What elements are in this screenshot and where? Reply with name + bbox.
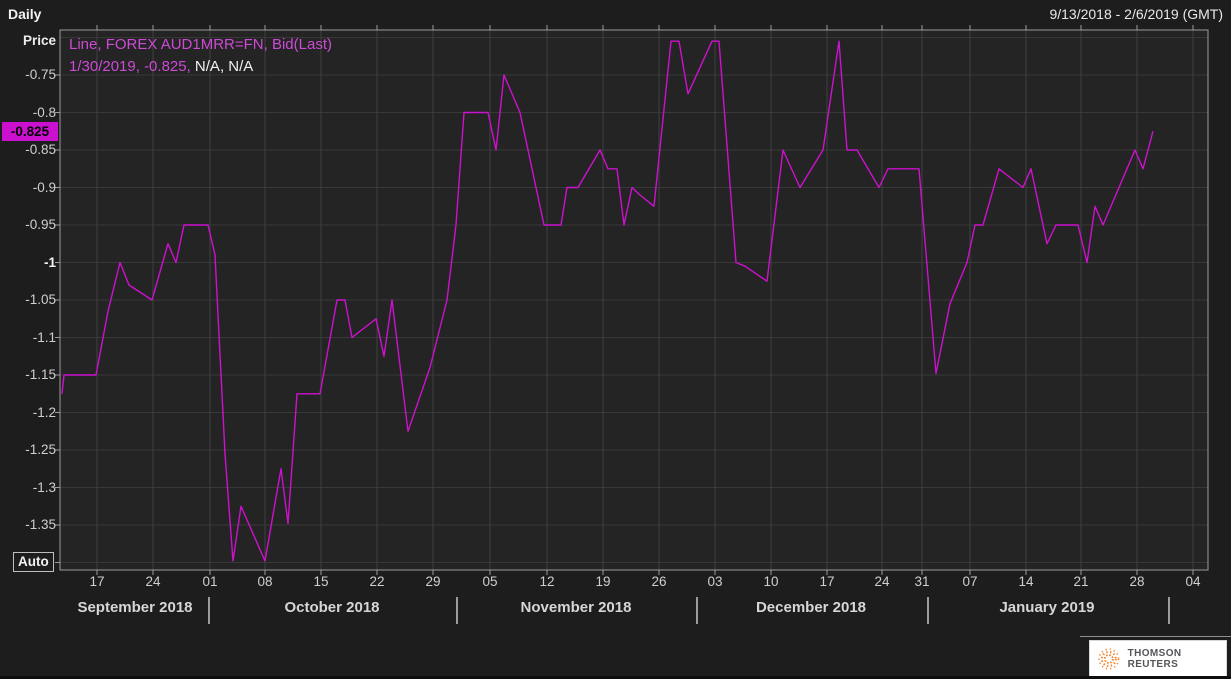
month-separator	[208, 597, 210, 624]
x-tick-label: 07	[962, 574, 978, 589]
auto-scale-button[interactable]: Auto	[13, 552, 54, 572]
legend-series-label[interactable]: Line, FOREX AUD1MRR=FN, Bid(Last)	[69, 36, 332, 53]
x-tick-label: 24	[145, 574, 161, 589]
month-label: November 2018	[520, 599, 632, 616]
legend-na-values: N/A, N/A	[190, 58, 254, 75]
x-tick-label: 15	[313, 574, 329, 589]
month-separator	[927, 597, 929, 624]
x-tick-label: 19	[595, 574, 611, 589]
x-tick-label: 31	[914, 574, 930, 589]
x-tick-label: 10	[763, 574, 779, 589]
x-tick-label: 08	[257, 574, 273, 589]
last-value-badge: -0.825	[2, 121, 58, 141]
month-separator	[696, 597, 698, 624]
y-tick-label: -0.95	[25, 217, 56, 232]
month-label: December 2018	[755, 599, 867, 616]
x-tick-label: 01	[202, 574, 218, 589]
month-label: October 2018	[284, 599, 380, 616]
y-tick-label: -0.8	[32, 104, 56, 120]
y-tick-label: -1	[43, 254, 56, 270]
y-tick-label: -0.85	[25, 142, 56, 157]
month-separator	[456, 597, 458, 624]
x-tick-label: 29	[425, 574, 441, 589]
month-label: January 2019	[999, 599, 1095, 616]
x-tick-label: 24	[874, 574, 890, 589]
thomson-reuters-logo: THOMSON REUTERS	[1089, 640, 1227, 678]
month-label: September 2018	[77, 599, 193, 616]
y-tick-label: -1.05	[25, 292, 56, 307]
x-tick-label: 17	[819, 574, 835, 589]
x-tick-label: 12	[539, 574, 555, 589]
x-tick-label: 05	[482, 574, 498, 589]
y-tick-label: -1.2	[32, 404, 56, 420]
y-tick-label: -0.9	[32, 179, 56, 195]
y-tick-label: -1.1	[32, 329, 56, 345]
y-tick-label: -1.25	[25, 442, 56, 457]
x-tick-label: 03	[707, 574, 723, 589]
eikon-chart-window: Daily 9/13/2018 - 2/6/2019 (GMT) Price -…	[0, 0, 1231, 679]
x-tick-label: 04	[1185, 574, 1201, 589]
x-tick-label: 22	[369, 574, 385, 589]
legend-last-values: 1/30/2019, -0.825, N/A, N/A	[69, 58, 253, 75]
logo-panel-divider	[1080, 636, 1231, 637]
x-tick-label: 14	[1018, 574, 1034, 589]
x-tick-label: 26	[651, 574, 667, 589]
thomson-reuters-wordmark: THOMSON REUTERS	[1127, 648, 1182, 670]
thomson-reuters-kinetic-icon	[1098, 648, 1120, 670]
x-tick-label: 17	[89, 574, 105, 589]
month-separator	[1168, 597, 1170, 624]
y-tick-label: -1.35	[25, 517, 56, 532]
y-tick-label: -0.75	[25, 67, 56, 82]
y-tick-label: -1.15	[25, 367, 56, 382]
y-tick-label: -1.3	[32, 479, 56, 495]
x-tick-label: 28	[1129, 574, 1145, 589]
legend-date-value: 1/30/2019, -0.825,	[69, 58, 191, 75]
x-tick-label: 21	[1073, 574, 1089, 589]
